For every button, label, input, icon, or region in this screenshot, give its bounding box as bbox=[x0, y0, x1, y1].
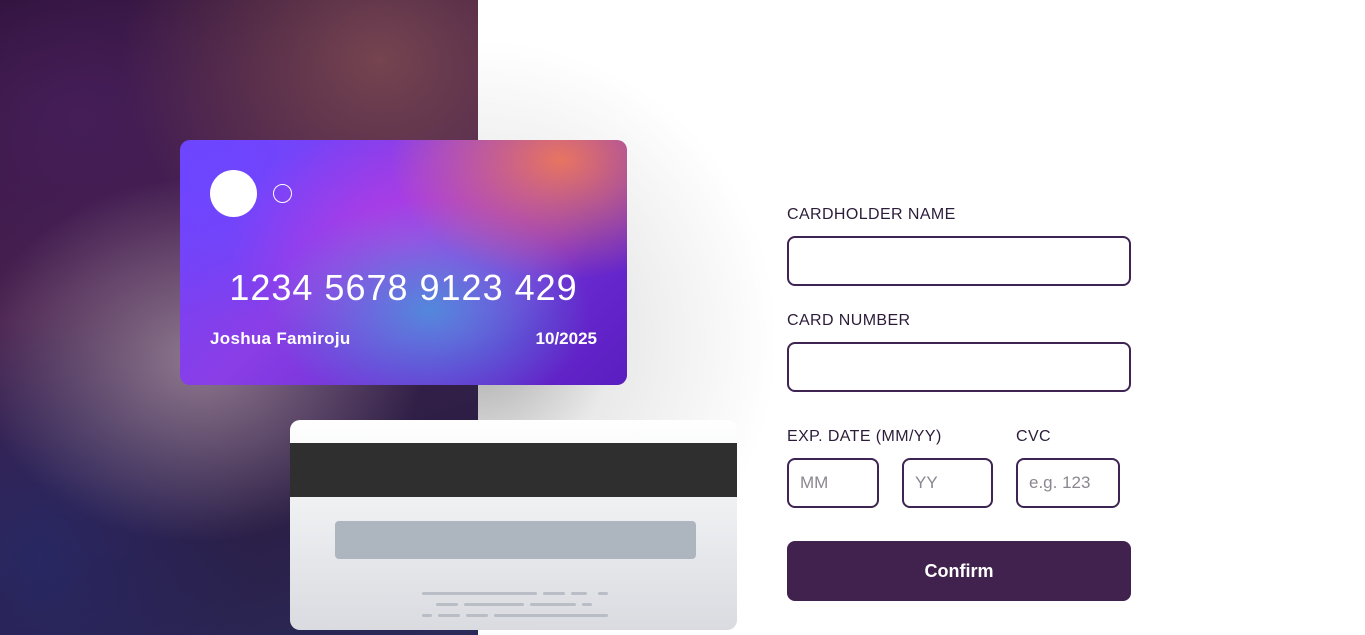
card-number-label: CARD NUMBER bbox=[787, 312, 911, 329]
card-back-fine-print bbox=[422, 592, 612, 622]
card-expiry-display: 10/2025 bbox=[535, 329, 597, 348]
signature-strip bbox=[335, 521, 696, 559]
exp-year-input[interactable] bbox=[902, 458, 993, 508]
magnetic-stripe bbox=[290, 443, 737, 497]
page: 1234 5678 9123 429 Joshua Famiroju 10/20… bbox=[0, 0, 1365, 635]
card-logo-circle-outline bbox=[273, 184, 292, 203]
cardholder-name-label: CARDHOLDER NAME bbox=[787, 206, 956, 223]
card-front: 1234 5678 9123 429 Joshua Famiroju 10/20… bbox=[180, 140, 627, 385]
cvc-label: CVC bbox=[1016, 428, 1051, 445]
card-back bbox=[290, 420, 737, 630]
card-number-input[interactable] bbox=[787, 342, 1131, 392]
card-holder-display: Joshua Famiroju bbox=[210, 329, 351, 348]
confirm-button[interactable]: Confirm bbox=[787, 541, 1131, 601]
exp-date-label: EXP. DATE (MM/YY) bbox=[787, 428, 942, 445]
cvc-input[interactable] bbox=[1016, 458, 1120, 508]
exp-month-input[interactable] bbox=[787, 458, 879, 508]
card-logo-circle-filled bbox=[210, 170, 257, 217]
card-number-display: 1234 5678 9123 429 bbox=[229, 267, 578, 308]
cardholder-name-input[interactable] bbox=[787, 236, 1131, 286]
